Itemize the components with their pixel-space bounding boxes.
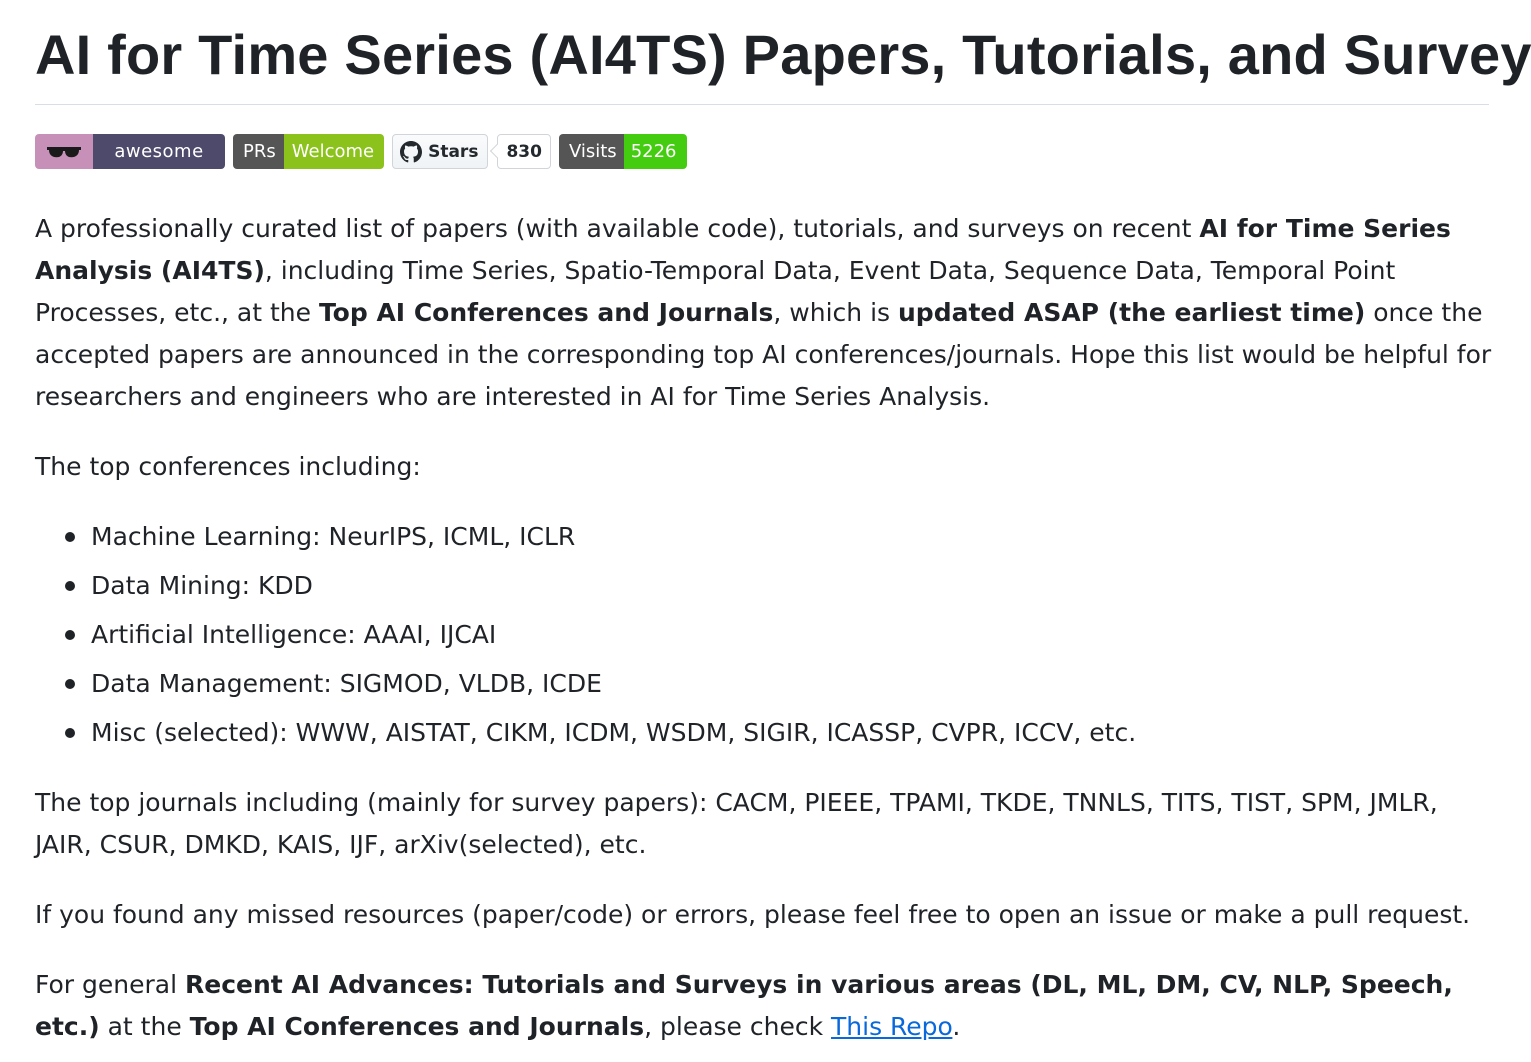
general-text-3: , please check — [644, 1012, 832, 1041]
intro-bold-3: updated ASAP (the earliest time) — [898, 298, 1366, 327]
github-icon — [400, 140, 423, 162]
sunglasses-icon — [35, 134, 93, 169]
page-title: AI for Time Series (AI4TS) Papers, Tutor… — [35, 23, 1531, 86]
github-stars-count[interactable]: 830 — [497, 134, 551, 169]
readme-page: AI for Time Series (AI4TS) Papers, Tutor… — [0, 0, 1531, 1062]
github-stars-label: Stars — [428, 141, 479, 162]
list-item: Data Mining: KDD — [35, 565, 1495, 614]
journals-paragraph: The top journals including (mainly for s… — [35, 788, 1438, 859]
github-stars-button[interactable]: Stars — [392, 134, 489, 169]
conference-list: Machine Learning: NeurIPS, ICML, ICLR Da… — [35, 516, 1495, 761]
general-bold-2: Top AI Conferences and Journals — [189, 1012, 645, 1041]
github-stars-badge[interactable]: Stars 830 — [392, 134, 551, 169]
badge-row: awesome PRs Welcome Stars 830 Visits 522… — [35, 134, 687, 169]
intro-bold-2: Top AI Conferences and Journals — [318, 298, 774, 327]
general-paragraph: For general Recent AI Advances: Tutorial… — [35, 964, 1495, 1048]
contribute-paragraph: If you found any missed resources (paper… — [35, 900, 1471, 929]
visits-badge-value: 5226 — [623, 134, 687, 169]
list-item: Machine Learning: NeurIPS, ICML, ICLR — [35, 516, 1495, 565]
list-item: Data Management: SIGMOD, VLDB, ICDE — [35, 663, 1495, 712]
awesome-badge-label: awesome — [93, 134, 225, 169]
visits-badge-label: Visits — [558, 134, 624, 169]
visits-badge[interactable]: Visits 5226 — [558, 134, 687, 169]
title-divider — [35, 104, 1489, 105]
conferences-heading: The top conferences including: — [35, 452, 421, 481]
list-item: Artificial Intelligence: AAAI, IJCAI — [35, 614, 1495, 663]
intro-paragraph: A professionally curated list of papers … — [35, 208, 1495, 418]
prs-welcome-badge[interactable]: PRs Welcome — [233, 134, 385, 169]
prs-badge-value: Welcome — [283, 134, 385, 169]
this-repo-link[interactable]: This Repo — [831, 1012, 952, 1041]
list-item: Misc (selected): WWW, AISTAT, CIKM, ICDM… — [35, 712, 1495, 761]
awesome-badge[interactable]: awesome — [35, 134, 225, 169]
general-text-4: . — [952, 1012, 961, 1041]
intro-text-3: , which is — [773, 298, 898, 327]
prs-badge-label: PRs — [233, 134, 284, 169]
general-text-2: at the — [99, 1012, 190, 1041]
intro-text-1: A professionally curated list of papers … — [35, 214, 1200, 243]
general-text-1: For general — [35, 970, 185, 999]
